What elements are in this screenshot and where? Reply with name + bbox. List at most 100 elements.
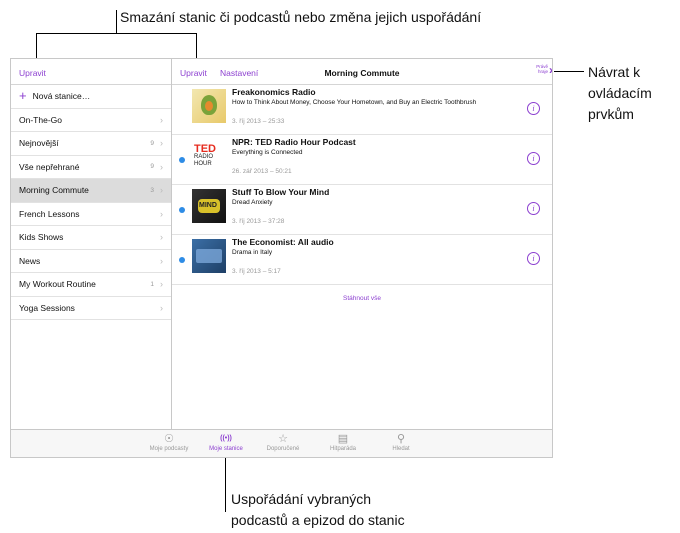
callout-right-line2: ovládacím	[588, 85, 652, 101]
sidebar-item[interactable]: Vše nepřehrané 9 ›	[11, 156, 171, 179]
chevron-right-icon: ›	[160, 185, 163, 196]
info-icon[interactable]: i	[527, 252, 540, 265]
plus-icon: +	[19, 88, 27, 104]
callout-top-bracket	[36, 33, 197, 34]
episode-date: 3. říj 2013 – 5:17	[232, 268, 281, 275]
unplayed-dot-icon	[179, 157, 185, 163]
sidebar-item-count: 9	[150, 163, 154, 171]
chevron-right-icon: ›	[160, 302, 163, 313]
search-icon: ⚲	[396, 433, 406, 445]
now-playing-button[interactable]: Právě hraje	[536, 64, 548, 74]
callout-right-line3: prvkům	[588, 106, 634, 122]
sidebar-item[interactable]: News ›	[11, 250, 171, 273]
tab-station[interactable]: ((•)) Moje stanice	[196, 432, 256, 452]
sidebar-item-label: News	[19, 255, 41, 266]
sidebar-item[interactable]: Kids Shows ›	[11, 226, 171, 250]
episode-row[interactable]: TED RADIO HOUR NPR: TED Radio Hour Podcast E…	[172, 135, 552, 185]
podcast-icon: ☉	[164, 433, 174, 445]
sidebar-item-label: Nejnovější	[19, 138, 59, 149]
episode-podcast-title: NPR: TED Radio Hour Podcast	[232, 137, 356, 147]
podcast-artwork	[192, 89, 226, 123]
tab-label: Moje stanice	[209, 446, 243, 452]
sidebar-item[interactable]: Nejnovější 9 ›	[11, 132, 171, 156]
podcast-artwork: TED RADIO HOUR	[192, 139, 226, 173]
podcast-artwork: MIND	[192, 189, 226, 223]
episode-title: How to Think About Money, Choose Your Ho…	[232, 99, 477, 106]
episode-title: Dread Anxiety	[232, 199, 273, 206]
podcast-artwork	[192, 239, 226, 273]
star-icon: ☆	[278, 433, 288, 445]
download-all-button[interactable]: Stáhnout vše	[172, 295, 552, 302]
chevron-right-icon: ›	[549, 63, 553, 77]
sidebar-item[interactable]: My Workout Routine 1 ›	[11, 273, 171, 297]
chevron-right-icon: ›	[160, 255, 163, 266]
new-station-label: Nová stanice…	[32, 91, 91, 102]
sidebar-item-label: Yoga Sessions	[19, 302, 75, 313]
tab-label: Hledat	[392, 446, 410, 452]
episode-podcast-title: Freakonomics Radio	[232, 87, 316, 97]
now-playing-label-2: hraje	[537, 69, 548, 74]
sidebar-item[interactable]: On-The-Go ›	[11, 109, 171, 132]
info-icon[interactable]: i	[527, 152, 540, 165]
sidebar-item[interactable]: Morning Commute 3 ›	[11, 179, 171, 203]
sidebar-item-label: My Workout Routine	[19, 279, 96, 290]
episode-title: Drama in Italy	[232, 249, 273, 256]
info-icon[interactable]: i	[527, 102, 540, 115]
callout-top: Smazání stanic či podcastů nebo změna je…	[120, 9, 482, 25]
economist-map-icon	[196, 249, 222, 263]
unplayed-dot-icon	[179, 207, 185, 213]
chevron-right-icon: ›	[160, 114, 163, 125]
chevron-right-icon: ›	[160, 138, 163, 149]
sidebar-edit-button[interactable]: Upravit	[19, 68, 46, 78]
station-detail: Upravit Nastavení Morning Commute Právě …	[172, 59, 552, 429]
new-station-button[interactable]: + Nová stanice…	[11, 85, 171, 109]
episode-row[interactable]: MIND Stuff To Blow Your Mind Dread Anxiety…	[172, 185, 552, 235]
sidebar-item-label: On-The-Go	[19, 114, 62, 125]
tab-bar: ☉ Moje podcasty ((•)) Moje stanice ☆ Doporuče…	[11, 429, 552, 457]
sidebar-item-label: Morning Commute	[19, 185, 89, 196]
episode-row[interactable]: Freakonomics Radio How to Think About Mon…	[172, 85, 552, 135]
callout-bottom-line1: Uspořádání vybraných	[231, 491, 372, 507]
info-icon[interactable]: i	[527, 202, 540, 215]
ted-art-sub2: HOUR	[194, 161, 212, 167]
tab-label: Moje podcasty	[149, 446, 189, 452]
chevron-right-icon: ›	[160, 279, 163, 290]
list-icon: ▤	[337, 433, 349, 445]
station-icon: ((•))	[220, 435, 232, 442]
tab-podcast[interactable]: ☉ Moje podcasty	[139, 432, 199, 452]
station-title: Morning Commute	[324, 68, 400, 78]
episode-date: 3. říj 2013 – 25:33	[232, 118, 285, 125]
ted-art-sub1: RADIO	[194, 154, 214, 160]
sidebar-item-label: Vše nepřehrané	[19, 161, 80, 172]
sidebar-item-count: 9	[150, 139, 154, 147]
sidebar-item-label: Kids Shows	[19, 232, 64, 243]
callout-bottom: Uspořádání vybraných podcastů a epizod d…	[231, 489, 405, 531]
episode-row[interactable]: The Economist: All audio Drama in Italy 3.…	[172, 235, 552, 285]
tab-star[interactable]: ☆ Doporučené	[253, 432, 313, 452]
unplayed-dot-icon	[179, 257, 185, 263]
sidebar-item[interactable]: Yoga Sessions ›	[11, 297, 171, 320]
chevron-right-icon: ›	[160, 232, 163, 243]
chevron-right-icon: ›	[160, 161, 163, 172]
tab-label: Doporučené	[266, 446, 300, 452]
callout-bottom-line2: podcastů a epizod do stanic	[231, 512, 405, 528]
podcasts-app-screen: Upravit + Nová stanice… On-The-Go › Nejnov…	[10, 58, 553, 458]
tab-search[interactable]: ⚲ Hledat	[371, 432, 431, 452]
episode-date: 26. zář 2013 – 50:21	[232, 168, 292, 175]
main-header: Upravit Nastavení Morning Commute Právě …	[172, 59, 552, 85]
episode-podcast-title: Stuff To Blow Your Mind	[232, 187, 330, 197]
episode-title: Everything is Connected	[232, 149, 303, 156]
callout-top-line	[116, 10, 117, 33]
sidebar-header: Upravit	[11, 59, 171, 85]
sidebar-item-count: 1	[150, 280, 154, 288]
tab-list[interactable]: ▤ Hitparáda	[313, 432, 373, 452]
sidebar-item[interactable]: French Lessons ›	[11, 203, 171, 226]
sidebar: Upravit + Nová stanice… On-The-Go › Nejnov…	[11, 59, 172, 429]
episode-date: 3. říj 2013 – 37:28	[232, 218, 285, 225]
sidebar-item-count: 3	[150, 186, 154, 194]
callout-right-line	[554, 71, 584, 72]
mind-art-label: MIND	[199, 202, 217, 209]
tab-label: Hitparáda	[329, 446, 356, 452]
chevron-right-icon: ›	[160, 208, 163, 219]
station-list: On-The-Go › Nejnovější 9 › Vše nepřehrané 9 › Mo…	[11, 109, 171, 320]
